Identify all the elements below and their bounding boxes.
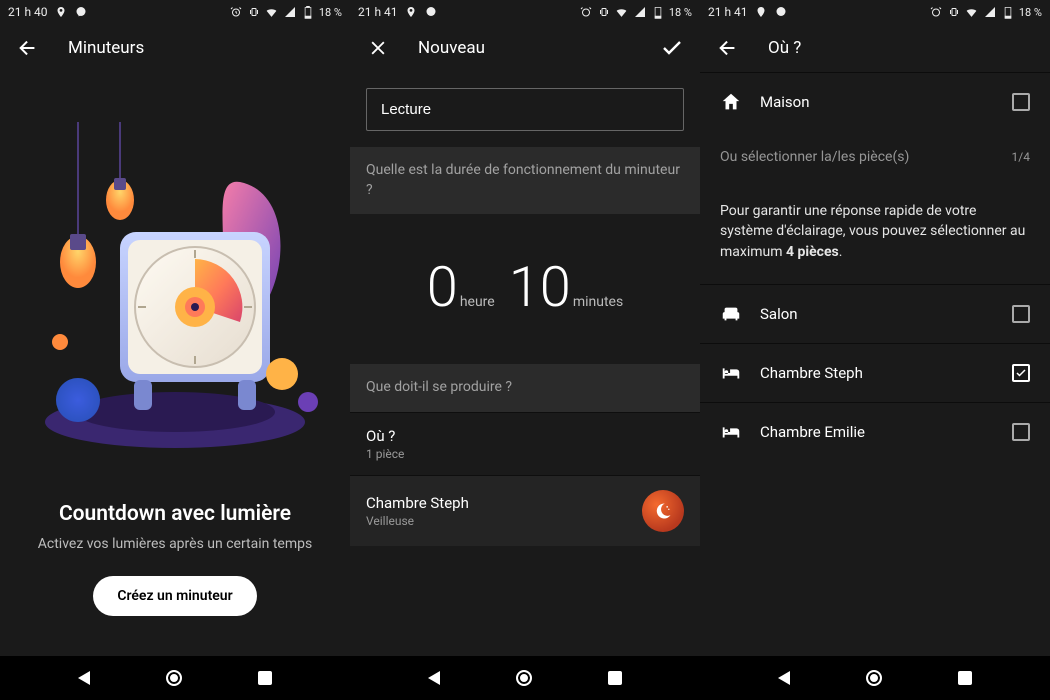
battery-pct: 18 % [1019, 6, 1042, 19]
signal-icon [983, 5, 997, 19]
room-label: Chambre Steph [760, 364, 994, 382]
android-nav-bar [0, 656, 350, 700]
nav-back-icon[interactable] [428, 671, 440, 685]
hours-unit: heure [460, 294, 495, 310]
screen-where: 21 h 41 18 % Où ? Maison Ou sélectionner… [700, 0, 1050, 700]
status-time: 21 h 41 [708, 5, 748, 19]
messenger-icon [424, 5, 438, 19]
rooms-divider: Ou sélectionner la/les pièce(s) 1/4 [700, 131, 1050, 183]
home-icon [720, 91, 742, 113]
action-question: Que doit-il se produire ? [350, 364, 700, 412]
signal-icon [633, 5, 647, 19]
alarm-icon [229, 5, 243, 19]
app-bar: Minuteurs [0, 24, 350, 72]
minutes-unit: minutes [573, 294, 623, 310]
close-icon[interactable] [366, 36, 390, 60]
status-time: 21 h 40 [8, 5, 48, 19]
vibrate-icon [947, 5, 961, 19]
home-label: Maison [760, 93, 994, 111]
page-title: Nouveau [418, 38, 485, 58]
duration-question: Quelle est la durée de fonctionnement du… [350, 147, 700, 214]
room-row[interactable]: Chambre Emilie [700, 402, 1050, 461]
room-row[interactable]: Salon [700, 284, 1050, 343]
nav-home-icon[interactable] [166, 670, 182, 686]
battery-icon [1001, 5, 1015, 19]
page-title: Minuteurs [68, 38, 144, 58]
rooms-count: 1/4 [1012, 150, 1030, 164]
sofa-icon [720, 303, 742, 325]
room-label: Salon [760, 305, 994, 323]
room-row[interactable]: Chambre Steph [700, 343, 1050, 402]
location-icon [754, 5, 768, 19]
bed-icon [720, 362, 742, 384]
messenger-icon [74, 5, 88, 19]
battery-pct: 18 % [319, 6, 342, 19]
back-icon[interactable] [716, 36, 740, 60]
hours-value: 0 [427, 254, 458, 320]
signal-icon [283, 5, 297, 19]
android-nav-bar [700, 656, 1050, 700]
messenger-icon [774, 5, 788, 19]
where-sub: 1 pièce [366, 447, 404, 461]
room-label: Chambre Emilie [760, 423, 994, 441]
nav-home-icon[interactable] [866, 670, 882, 686]
location-icon [54, 5, 68, 19]
alarm-icon [929, 5, 943, 19]
vibrate-icon [247, 5, 261, 19]
status-time: 21 h 41 [358, 5, 398, 19]
nav-recent-icon[interactable] [958, 671, 972, 685]
battery-pct: 18 % [669, 6, 692, 19]
room-checkbox[interactable] [1012, 423, 1030, 441]
where-label: Où ? [366, 427, 404, 445]
battery-icon [301, 5, 315, 19]
timer-name-input[interactable] [366, 88, 684, 131]
android-nav-bar [350, 656, 700, 700]
wifi-icon [265, 5, 279, 19]
screen-minuteurs: 21 h 40 18 % Minuteurs [0, 0, 350, 700]
app-bar: Où ? [700, 24, 1050, 72]
select-rooms-label: Ou sélectionner la/les pièce(s) [720, 149, 909, 165]
where-row[interactable]: Où ? 1 pièce [350, 412, 700, 475]
room-checkbox[interactable] [1012, 364, 1030, 382]
page-title: Où ? [768, 38, 801, 58]
status-bar: 21 h 40 18 % [0, 0, 350, 24]
home-row[interactable]: Maison [700, 72, 1050, 131]
app-bar: Nouveau [350, 24, 700, 72]
screen-nouveau: 21 h 41 18 % Nouveau Quelle est la durée… [350, 0, 700, 700]
minutes-value: 10 [509, 254, 571, 320]
room-checkbox[interactable] [1012, 305, 1030, 323]
vibrate-icon [597, 5, 611, 19]
nav-back-icon[interactable] [778, 671, 790, 685]
nav-back-icon[interactable] [78, 671, 90, 685]
nav-recent-icon[interactable] [608, 671, 622, 685]
alarm-icon [579, 5, 593, 19]
wifi-icon [615, 5, 629, 19]
info-text: Pour garantir une réponse rapide de votr… [700, 183, 1050, 284]
location-icon [404, 5, 418, 19]
scene-row[interactable]: Chambre Steph Veilleuse [350, 475, 700, 546]
status-bar: 21 h 41 18 % [350, 0, 700, 24]
timer-illustration [0, 72, 350, 502]
back-icon[interactable] [16, 36, 40, 60]
room-name: Chambre Steph [366, 494, 469, 512]
status-bar: 21 h 41 18 % [700, 0, 1050, 24]
headline: Countdown avec lumière [20, 502, 330, 526]
nightlight-icon [642, 490, 684, 532]
nav-recent-icon[interactable] [258, 671, 272, 685]
create-timer-button[interactable]: Créez un minuteur [93, 576, 256, 616]
confirm-icon[interactable] [660, 36, 684, 60]
subtitle: Activez vos lumières après un certain te… [20, 536, 330, 552]
scene-name: Veilleuse [366, 514, 469, 528]
home-checkbox[interactable] [1012, 93, 1030, 111]
battery-icon [651, 5, 665, 19]
bed-icon [720, 421, 742, 443]
nav-home-icon[interactable] [516, 670, 532, 686]
wifi-icon [965, 5, 979, 19]
duration-picker[interactable]: 0heure 10minutes [350, 214, 700, 364]
